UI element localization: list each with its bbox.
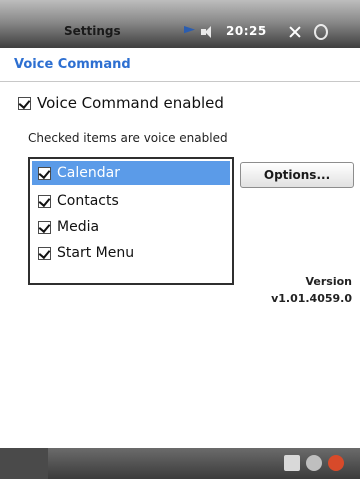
- list-caption: Checked items are voice enabled: [28, 131, 228, 145]
- title-bar: Settings 20:25: [0, 0, 360, 48]
- page-title: Voice Command: [14, 57, 131, 72]
- contacts-checkbox[interactable]: [38, 194, 51, 208]
- ok-icon[interactable]: [314, 24, 328, 40]
- version-value: v1.01.4059.0: [271, 292, 352, 305]
- app-title: Settings: [64, 24, 121, 38]
- options-button[interactable]: Options...: [240, 162, 354, 188]
- page-header: Voice Command: [0, 49, 360, 82]
- voice-command-enabled-row[interactable]: Voice Command enabled: [18, 94, 224, 112]
- bottom-icons: [284, 455, 344, 471]
- list-item-label: Contacts: [57, 193, 119, 209]
- version-label: Version: [305, 275, 352, 288]
- voice-command-enabled-checkbox[interactable]: [18, 96, 31, 110]
- voice-command-enabled-label: Voice Command enabled: [37, 94, 224, 112]
- clock[interactable]: 20:25: [226, 24, 267, 38]
- network-icon[interactable]: [306, 455, 322, 471]
- keyboard-icon[interactable]: [284, 455, 300, 471]
- list-item-label: Calendar: [57, 165, 120, 181]
- softkey-left[interactable]: [0, 448, 48, 479]
- calendar-checkbox[interactable]: [38, 166, 51, 180]
- status-icons: [184, 24, 213, 40]
- list-item-start-menu[interactable]: Start Menu: [32, 241, 230, 265]
- list-item-calendar[interactable]: Calendar: [32, 161, 230, 185]
- list-item-label: Media: [57, 219, 100, 235]
- voice-items-list[interactable]: Calendar Contacts Media Start Menu: [28, 157, 234, 285]
- start-menu-checkbox[interactable]: [38, 246, 51, 260]
- alert-icon[interactable]: [328, 455, 344, 471]
- list-item-media[interactable]: Media: [32, 215, 230, 239]
- list-item-label: Start Menu: [57, 245, 135, 261]
- flag-icon[interactable]: [184, 26, 195, 34]
- bottom-bar: [0, 448, 360, 479]
- list-item-contacts[interactable]: Contacts: [32, 189, 230, 213]
- close-icon[interactable]: [288, 25, 302, 39]
- media-checkbox[interactable]: [38, 220, 51, 234]
- speaker-icon[interactable]: [201, 26, 213, 38]
